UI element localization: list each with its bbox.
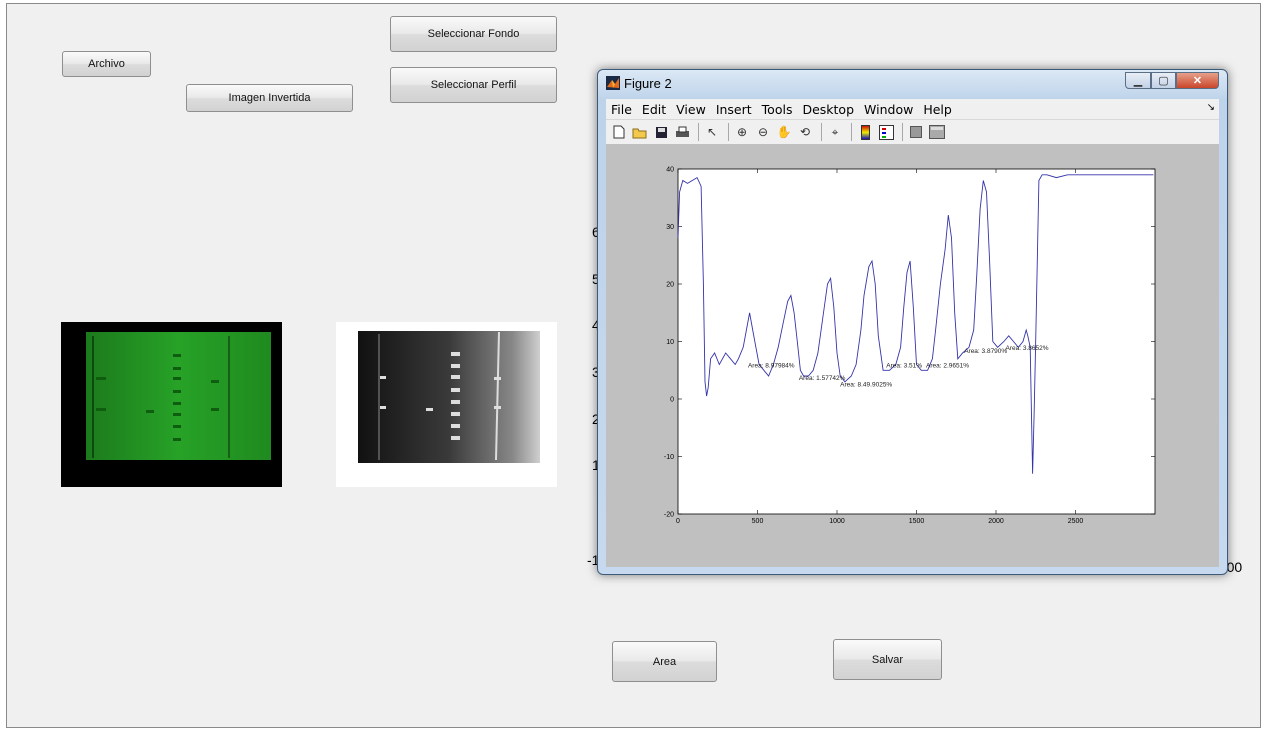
colorbar-icon[interactable] xyxy=(856,123,874,141)
seleccionar-perfil-button[interactable]: Seleccionar Perfil xyxy=(390,67,557,103)
area-button[interactable]: Area xyxy=(612,641,717,682)
pointer-icon[interactable]: ↖ xyxy=(703,123,721,141)
menu-file[interactable]: File xyxy=(606,102,637,117)
menu-desktop[interactable]: Desktop xyxy=(797,102,859,117)
menu-edit[interactable]: Edit xyxy=(637,102,671,117)
menu-insert[interactable]: Insert xyxy=(711,102,757,117)
figure-menubar: File Edit View Insert Tools Desktop Wind… xyxy=(606,99,1219,119)
original-image xyxy=(61,322,282,487)
open-folder-icon[interactable] xyxy=(631,123,649,141)
toolbar-separator xyxy=(902,123,903,141)
x-tick-label: 2500 xyxy=(1068,518,1084,525)
y-tick-label: -10 xyxy=(664,454,674,461)
y-tick-label: 10 xyxy=(666,339,674,346)
y-tick-label: -20 xyxy=(664,512,674,519)
area-annotation: Area: 3.8790% xyxy=(964,348,1007,355)
x-tick-label: 1000 xyxy=(829,518,845,525)
axes-box xyxy=(677,168,1156,515)
window-controls: ▁ ▢ ✕ xyxy=(1125,72,1219,89)
x-tick-label: 500 xyxy=(752,518,764,525)
area-annotation: Area: 1.57742% xyxy=(799,375,846,382)
y-tick-label: 20 xyxy=(666,282,674,289)
archivo-button[interactable]: Archivo xyxy=(62,51,151,77)
legend-icon[interactable] xyxy=(877,123,895,141)
matlab-logo-icon xyxy=(606,76,620,90)
profile-line-chart[interactable]: 0 500 1000 1500 2000 2500 -20 -10 0 10 20 30 40 Area:… xyxy=(606,144,1219,567)
y-tick-label: 0 xyxy=(670,397,674,404)
x-tick-label: 1500 xyxy=(909,518,925,525)
green-plate-graphic xyxy=(86,332,271,460)
y-tick-label: 30 xyxy=(666,224,674,231)
menu-window[interactable]: Window xyxy=(859,102,918,117)
plot-area: 0 500 1000 1500 2000 2500 -20 -10 0 10 20 30 40 Area:… xyxy=(606,144,1219,567)
inverted-plate-graphic xyxy=(358,331,540,463)
area-annotation: Area: 3.51% xyxy=(886,362,922,369)
toolbar-separator xyxy=(728,123,729,141)
maximize-icon[interactable]: ▢ xyxy=(1151,72,1176,89)
seleccionar-fondo-button[interactable]: Seleccionar Fondo xyxy=(390,16,557,52)
y-tick-label: 40 xyxy=(666,167,674,174)
rotate-3d-icon[interactable]: ⟲ xyxy=(796,123,814,141)
print-icon[interactable] xyxy=(673,123,691,141)
data-cursor-icon[interactable]: ⌖ xyxy=(826,123,844,141)
save-icon[interactable] xyxy=(652,123,670,141)
menu-view[interactable]: View xyxy=(671,102,711,117)
minimize-icon[interactable]: ▁ xyxy=(1125,72,1151,89)
menu-tools[interactable]: Tools xyxy=(757,102,798,117)
plot-tools-show-icon[interactable] xyxy=(928,123,946,141)
area-annotation: Area: 3.8652% xyxy=(1006,345,1049,352)
new-file-icon[interactable] xyxy=(610,123,628,141)
toolbar-separator xyxy=(821,123,822,141)
plot-tools-hide-icon[interactable] xyxy=(907,123,925,141)
pan-hand-icon[interactable]: ✋ xyxy=(775,123,793,141)
area-annotation: Area: 2.9651% xyxy=(926,362,969,369)
figure-title: Figure 2 xyxy=(624,76,672,91)
zoom-out-icon[interactable]: ⊖ xyxy=(754,123,772,141)
figure-toolbar: ↖ ⊕ ⊖ ✋ ⟲ ⌖ xyxy=(606,119,1219,144)
figure-window: Figure 2 ▁ ▢ ✕ File Edit View Insert Too… xyxy=(597,69,1228,575)
salvar-button[interactable]: Salvar xyxy=(833,639,942,680)
zoom-in-icon[interactable]: ⊕ xyxy=(733,123,751,141)
imagen-invertida-button[interactable]: Imagen Invertida xyxy=(186,84,353,112)
inverted-image xyxy=(336,322,557,487)
area-annotation: Area: 8.97984% xyxy=(748,362,795,369)
menu-help[interactable]: Help xyxy=(918,102,957,117)
menubar-dock-arrow-icon[interactable]: ↘ xyxy=(1207,102,1215,113)
area-annotation: Area: 8.49.9025% xyxy=(840,381,892,388)
x-tick-label: 0 xyxy=(676,518,680,525)
toolbar-separator xyxy=(851,123,852,141)
x-tick-label: 2000 xyxy=(988,518,1004,525)
close-icon[interactable]: ✕ xyxy=(1176,72,1219,89)
toolbar-separator xyxy=(698,123,699,141)
